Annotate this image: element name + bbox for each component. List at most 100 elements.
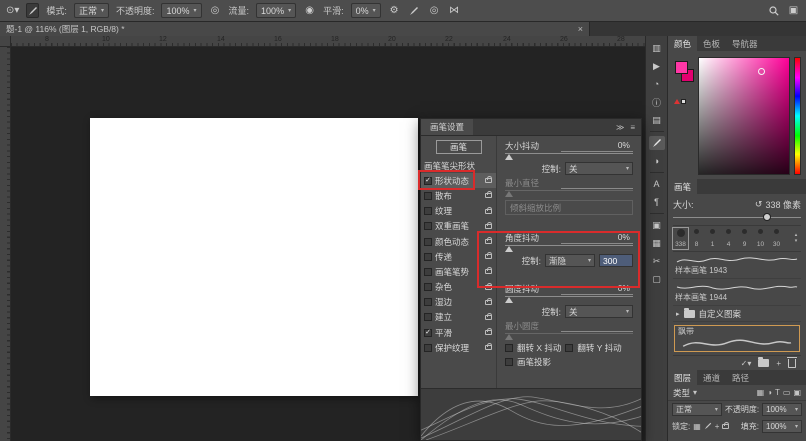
brush-preset[interactable]: 338	[672, 227, 689, 250]
brush-angle-icon[interactable]	[408, 3, 421, 18]
glyphs-icon[interactable]: ▦	[649, 236, 665, 250]
stroke-preview-toggle-icon[interactable]: ✓▾	[741, 359, 752, 368]
tab-navigator[interactable]: 导航器	[726, 36, 764, 51]
snapshot-icon[interactable]: ▢	[649, 272, 665, 286]
new-brush-icon[interactable]: +	[776, 359, 781, 368]
checkbox[interactable]	[424, 191, 432, 200]
panel-columns-icon[interactable]: ▥	[649, 41, 665, 55]
pixel-filter-icon[interactable]: ▦	[757, 388, 765, 397]
brush-preset[interactable]: 1	[705, 228, 720, 249]
checkbox[interactable]	[424, 222, 432, 231]
brushes-button[interactable]: 画笔	[435, 140, 482, 154]
checkbox[interactable]	[424, 252, 432, 261]
lock-icon[interactable]	[485, 312, 492, 320]
adjustment-filter-icon[interactable]: ◑	[767, 388, 772, 397]
brush-settings-panel-icon[interactable]	[648, 136, 665, 150]
adjustments-icon[interactable]: ◑	[649, 154, 665, 168]
lock-all-icon[interactable]	[722, 421, 730, 429]
document-tab[interactable]: 题-1 @ 116% (图层 1, RGB/8) * ×	[0, 22, 590, 36]
roundness-control-dropdown[interactable]: 关 ▾	[565, 305, 633, 318]
lock-icon[interactable]	[485, 221, 492, 229]
slider-knob[interactable]	[762, 213, 771, 221]
brush-list-item[interactable]: 样本画笔 1943	[673, 252, 801, 279]
color-picker-field[interactable]	[698, 57, 790, 175]
brush-preset[interactable]: 10	[753, 228, 768, 249]
workspace-icon[interactable]: ▣	[787, 3, 800, 18]
libraries-icon[interactable]: ▣	[649, 218, 665, 232]
checkbox[interactable]	[424, 267, 432, 276]
close-icon[interactable]: ×	[578, 24, 583, 34]
size-jitter-slider[interactable]	[505, 152, 633, 161]
lock-icon[interactable]	[485, 328, 492, 336]
tab-swatches[interactable]: 色板	[697, 36, 726, 51]
slider-knob[interactable]	[505, 154, 513, 160]
brush-preset-picker-icon[interactable]: ⊙ ▾	[6, 3, 19, 18]
size-jitter-value[interactable]: 0%	[561, 140, 633, 152]
checkbox[interactable]	[424, 298, 432, 307]
pen-pressure-size-icon[interactable]: ◎	[428, 3, 441, 18]
history-icon[interactable]: ◔	[649, 77, 665, 91]
brush-preset[interactable]: 9	[737, 228, 752, 249]
checkbox[interactable]	[424, 313, 432, 322]
brush-size-value[interactable]: 338 像素	[765, 198, 801, 211]
row-build-up[interactable]: 建立	[421, 310, 496, 325]
hue-slider[interactable]	[794, 57, 801, 175]
tab-color[interactable]: 颜色	[668, 36, 698, 51]
character-panel-icon[interactable]: A	[649, 177, 665, 191]
blend-mode-dropdown[interactable]: 正常 ▾	[672, 403, 722, 416]
properties-icon[interactable]: ▤	[649, 113, 665, 127]
tab-brushes[interactable]: 画笔	[668, 179, 698, 194]
flow-dropdown[interactable]: 100% ▾	[256, 3, 297, 18]
lock-icon[interactable]	[485, 176, 492, 184]
chevron-down-icon[interactable]: ▾	[693, 388, 697, 397]
foreground-color-swatch[interactable]	[675, 61, 688, 74]
smoothing-dropdown[interactable]: 0% ▾	[350, 3, 381, 18]
info-icon[interactable]: ⓘ	[649, 95, 665, 109]
brush-preset[interactable]: 8	[689, 228, 704, 249]
vertical-ruler[interactable]	[0, 47, 11, 441]
search-icon[interactable]	[767, 3, 780, 18]
checkbox[interactable]	[424, 343, 432, 352]
row-texture[interactable]: 纹理	[421, 204, 496, 219]
symmetry-icon[interactable]: ⋈	[448, 3, 461, 18]
brush-folder-row[interactable]: ▸ 自定义图案	[673, 306, 801, 322]
selected-brush-item[interactable]: 飘带	[674, 325, 800, 352]
tab-paths[interactable]: 路径	[726, 370, 755, 385]
shape-filter-icon[interactable]: ▭	[783, 388, 791, 397]
color-picker-cursor[interactable]	[758, 68, 766, 76]
brush-list-item[interactable]: 样本画笔 1944	[673, 279, 801, 306]
paragraph-panel-icon[interactable]: ¶	[649, 195, 665, 209]
tab-layers[interactable]: 图层	[668, 370, 698, 385]
lock-icon[interactable]	[485, 343, 492, 351]
flip-y-checkbox[interactable]	[565, 344, 574, 352]
row-scattering[interactable]: 散布	[421, 188, 496, 203]
row-wet-edges[interactable]: 湿边	[421, 295, 496, 310]
brush-preset[interactable]: 4	[721, 228, 736, 249]
row-smoothing[interactable]: ✓ 平滑	[421, 325, 496, 340]
flip-x-checkbox[interactable]	[505, 344, 513, 352]
lock-pixels-icon[interactable]	[704, 422, 712, 430]
preset-scroll-buttons[interactable]: ▴ ▾	[791, 228, 801, 249]
actions-icon[interactable]: ▶	[649, 59, 665, 73]
slider-knob[interactable]	[505, 297, 513, 303]
new-group-icon[interactable]	[758, 357, 770, 367]
smoothing-options-gear-icon[interactable]: ⚙	[388, 3, 401, 18]
toggle-brush-settings-icon[interactable]	[26, 3, 40, 18]
checkbox[interactable]	[424, 283, 432, 292]
pen-pressure-opacity-icon[interactable]: ◎	[209, 3, 222, 18]
horizontal-ruler[interactable]: 8 10 12 14 16 18 20 22 24 26 28	[11, 36, 645, 47]
checkbox[interactable]: ✓	[424, 328, 432, 337]
checkbox[interactable]	[424, 237, 432, 246]
collapse-panel-icon[interactable]: ≫	[616, 123, 624, 132]
brush-preset[interactable]: 30	[769, 228, 784, 249]
lock-position-icon[interactable]: +	[715, 422, 720, 431]
lock-icon[interactable]	[485, 191, 492, 199]
lock-transparency-icon[interactable]: ▦	[693, 422, 701, 431]
scroll-down-icon[interactable]: ▾	[791, 239, 801, 244]
reset-size-icon[interactable]: ↺	[755, 199, 763, 210]
brush-projection-checkbox[interactable]	[505, 358, 513, 366]
tab-channels[interactable]: 通道	[697, 370, 726, 385]
smart-object-filter-icon[interactable]: ▣	[793, 388, 801, 397]
clone-source-icon[interactable]: ✂	[649, 254, 665, 268]
expand-arrow-icon[interactable]: ▸	[676, 310, 680, 318]
